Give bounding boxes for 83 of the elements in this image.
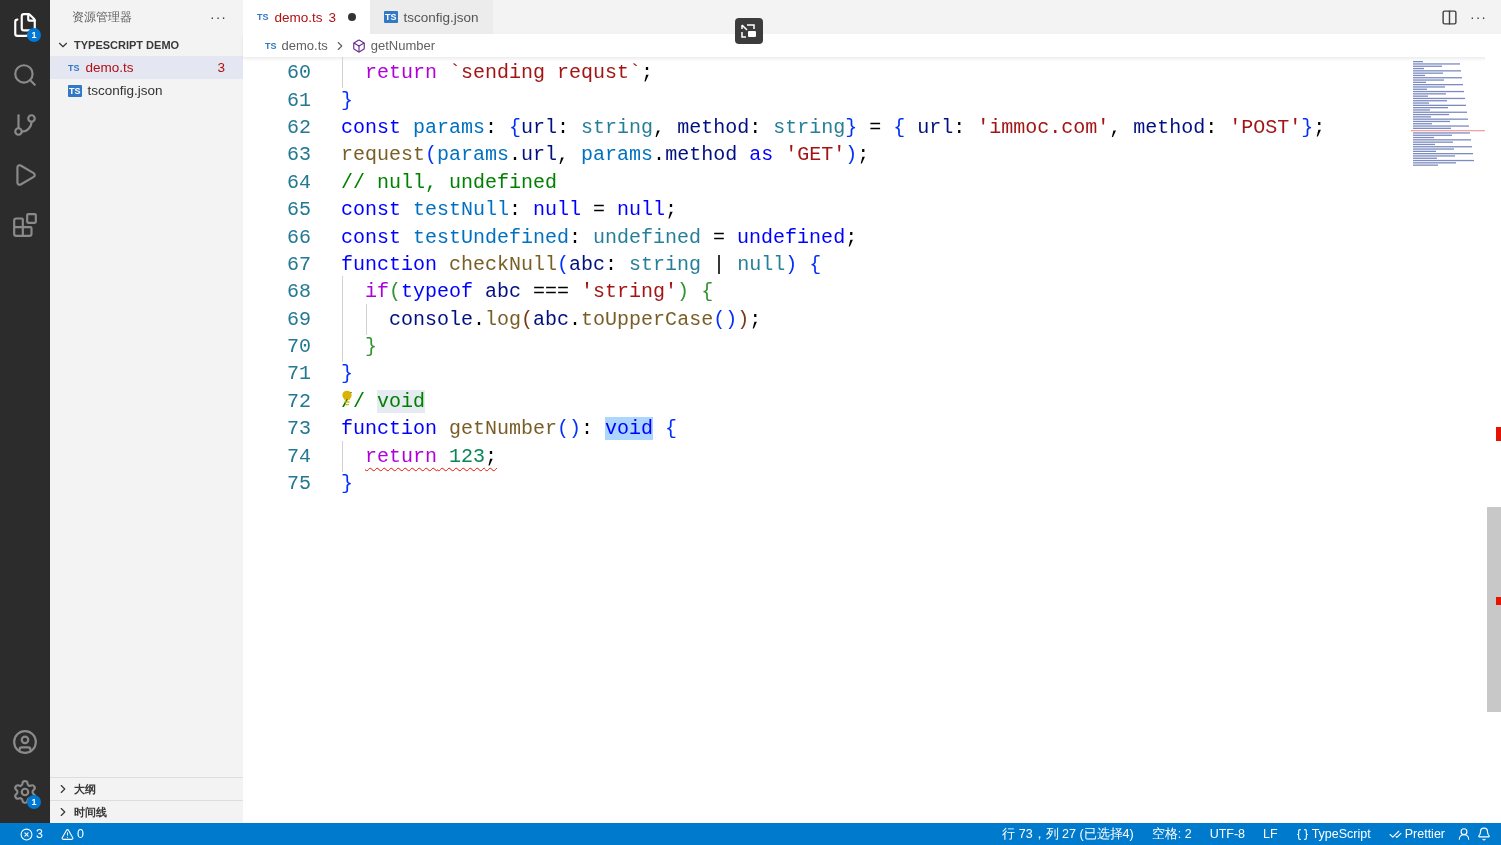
cube-icon	[351, 38, 366, 53]
code-line: const params: {url: string, method: string} = { url: 'immoc.com', method: 'POST'};	[341, 115, 1326, 139]
status-item[interactable]: LF	[1257, 827, 1284, 841]
badge: 1	[27, 28, 41, 42]
section-header[interactable]: TYPESCRIPT DEMO	[50, 34, 243, 56]
code-line: request(params.url, params.method as 'GET');	[341, 143, 870, 167]
error-icon	[20, 827, 33, 841]
section-label: TYPESCRIPT DEMO	[74, 39, 180, 51]
activity-button[interactable]: 1	[7, 6, 43, 44]
line-number: 68	[286, 280, 311, 304]
breadcrumb[interactable]: getNumber	[370, 38, 436, 53]
editor-tab[interactable]: TS demo.ts 3	[243, 0, 371, 34]
exit-fullscreen-button[interactable]	[735, 18, 763, 44]
ts-config-icon: TS	[68, 84, 82, 97]
line-number: 71	[286, 362, 311, 386]
line-number: 65	[286, 198, 311, 222]
problem-count: 3	[217, 60, 225, 75]
code-line: }	[341, 362, 353, 386]
error-count[interactable]: 3	[14, 827, 49, 841]
status-item[interactable]: UTF-8	[1203, 827, 1252, 841]
settings-icon	[12, 779, 38, 805]
language-mode[interactable]: TypeScript	[1289, 827, 1377, 841]
ts-icon: TS	[257, 12, 269, 22]
more-button[interactable]: ···	[210, 9, 227, 25]
file-name: tsconfig.json	[87, 83, 164, 98]
panel-label: 大纲	[74, 781, 96, 797]
braces-icon	[1295, 827, 1309, 841]
code-line: const testNull: null = null;	[341, 198, 678, 222]
code-line: function checkNull(abc: string | null) {	[341, 252, 822, 276]
line-number: 63	[286, 143, 311, 167]
split-editor-icon[interactable]	[1441, 8, 1458, 26]
exit-fullscreen-icon	[740, 23, 758, 39]
tab-label: demo.ts	[274, 9, 323, 25]
file-item[interactable]: TS demo.ts 3	[50, 56, 243, 79]
ts-config-icon: TS	[384, 11, 398, 23]
problem-count: 3	[328, 9, 337, 25]
line-number: 74	[286, 444, 311, 468]
file-name: demo.ts	[85, 60, 135, 75]
badge: 1	[27, 795, 41, 809]
line-number: 64	[286, 170, 311, 194]
line-number: 75	[286, 472, 311, 496]
ts-icon: TS	[265, 40, 277, 51]
sidebar-title: 资源管理器	[72, 8, 132, 26]
bell-icon[interactable]	[1477, 827, 1491, 841]
line-number: 60	[286, 61, 311, 85]
panel-header[interactable]: 大纲	[50, 777, 243, 800]
code-line: if(typeof abc === 'string') {	[365, 280, 714, 304]
status-item[interactable]: 行 73，列 27 (已选择4)	[996, 825, 1140, 843]
panel-label: 时间线	[74, 804, 107, 820]
line-number: 72	[286, 389, 311, 413]
more-button[interactable]: ···	[1470, 9, 1487, 25]
code-line: console.log(abc.toUpperCase());	[389, 307, 762, 331]
warning-icon	[60, 827, 74, 841]
branch-icon	[12, 112, 38, 138]
account-icon	[12, 729, 38, 755]
file-item[interactable]: TS tsconfig.json	[50, 79, 243, 102]
explorer-icon	[12, 12, 38, 38]
line-number: 67	[286, 252, 311, 276]
search-icon	[12, 62, 38, 88]
line-number: 62	[286, 115, 311, 139]
line-number: 61	[286, 88, 311, 112]
breadcrumb[interactable]: demo.ts	[281, 38, 328, 53]
code-line: const testUndefined: undefined = undefined;	[341, 225, 858, 249]
line-number: 70	[286, 335, 311, 359]
line-number: 66	[286, 225, 311, 249]
code-line: }	[341, 472, 353, 496]
code-line: }	[365, 335, 378, 359]
code-line: // null, undefined	[341, 170, 558, 194]
code-line: function getNumber(): void {	[341, 417, 678, 441]
code-line: return `sending requst`;	[365, 61, 654, 85]
editor-tab[interactable]: TS tsconfig.json	[370, 0, 493, 34]
tab-label: tsconfig.json	[403, 9, 479, 25]
warning-count[interactable]: 0	[54, 827, 90, 841]
code-line: return 123;	[365, 444, 498, 468]
line-number: 73	[286, 417, 311, 441]
status-item[interactable]: 空格: 2	[1145, 825, 1198, 843]
formatter-status[interactable]: Prettier	[1382, 827, 1451, 841]
code-line: }	[341, 88, 353, 112]
extensions-icon	[12, 212, 38, 238]
activity-button[interactable]: 1	[7, 773, 43, 811]
ts-icon: TS	[68, 62, 80, 73]
feedback-icon[interactable]	[1457, 827, 1471, 841]
line-number: 69	[286, 307, 311, 331]
